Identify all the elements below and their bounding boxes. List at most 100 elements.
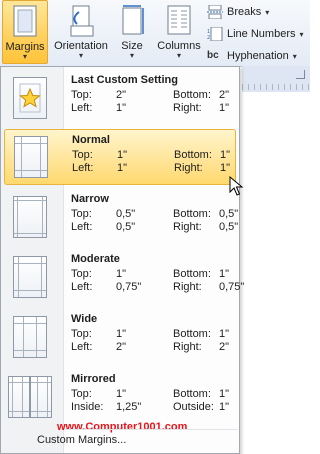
- option-value: 1": [116, 102, 127, 114]
- watermark: www.Computer1001.com: [57, 421, 188, 433]
- margins-button[interactable]: Margins ▾: [2, 0, 48, 64]
- option-label: Right:: [173, 281, 202, 293]
- size-button[interactable]: Size ▾: [117, 0, 147, 64]
- columns-icon: [165, 4, 193, 38]
- margin-option-mirrored[interactable]: Mirrored Top: 1" Bottom: 1" Inside: 1,25…: [4, 369, 236, 425]
- option-value: 0,5": [116, 221, 136, 233]
- dialog-launcher-icon[interactable]: [296, 70, 305, 79]
- margins-icon: [11, 5, 39, 39]
- line-numbers-caret-icon: ▾: [299, 29, 304, 39]
- option-label: Bottom:: [173, 388, 211, 400]
- breaks-caret-icon: ▾: [265, 7, 270, 17]
- svg-text:2: 2: [207, 35, 210, 41]
- normal-margins-icon: [14, 136, 48, 178]
- option-label: Left:: [71, 221, 93, 233]
- hyphenation-icon: bc: [207, 49, 223, 63]
- ruler: [242, 84, 310, 90]
- option-value: 1,25": [116, 401, 142, 413]
- option-value: 1": [116, 268, 127, 280]
- margin-option-last-custom[interactable]: Last Custom Setting Top: 2" Bottom: 2" L…: [4, 70, 236, 126]
- option-label: Top:: [72, 149, 93, 161]
- columns-button[interactable]: Columns ▾: [154, 0, 204, 64]
- line-numbers-button[interactable]: 12 Line Numbers ▾: [207, 24, 304, 44]
- option-value: 1": [220, 162, 231, 174]
- option-value: 2": [116, 341, 127, 353]
- option-value: 1": [219, 102, 230, 114]
- option-value: 2": [219, 341, 230, 353]
- mouse-cursor-icon: [229, 175, 245, 196]
- hyphenation-icon-text: bc: [207, 50, 219, 61]
- option-value: 1": [219, 268, 230, 280]
- option-value: 1": [116, 328, 127, 340]
- option-title: Normal: [72, 134, 110, 146]
- option-label: Top:: [71, 89, 92, 101]
- option-title: Wide: [71, 313, 98, 325]
- last-custom-star-icon: [13, 77, 47, 119]
- option-value: 0,75": [219, 281, 245, 293]
- orientation-caret-icon: ▾: [78, 51, 83, 60]
- option-label: Left:: [71, 341, 93, 353]
- moderate-margins-icon: [13, 256, 47, 298]
- option-label: Right:: [173, 341, 202, 353]
- option-value: 1": [219, 328, 230, 340]
- columns-caret-icon: ▾: [176, 51, 181, 60]
- option-value: 0,5": [219, 208, 239, 220]
- option-label: Bottom:: [173, 328, 211, 340]
- option-value: 1": [220, 149, 231, 161]
- custom-margins-item[interactable]: Custom Margins...: [37, 434, 126, 446]
- page-layout-ribbon: Margins ▾ Orientation ▾ Size ▾ Columns ▾…: [0, 0, 310, 67]
- option-value: 2": [116, 89, 127, 101]
- menu-separator: [64, 429, 238, 430]
- breaks-label: Breaks: [227, 6, 262, 18]
- margins-caret-icon: ▾: [22, 52, 27, 61]
- option-label: Bottom:: [174, 149, 212, 161]
- option-label: Top:: [71, 388, 92, 400]
- option-value: 0,5": [116, 208, 136, 220]
- option-label: Inside:: [71, 401, 104, 413]
- option-label: Top:: [71, 268, 92, 280]
- option-value: 1": [117, 149, 128, 161]
- option-label: Left:: [71, 281, 93, 293]
- margins-dropdown: Last Custom Setting Top: 2" Bottom: 2" L…: [0, 66, 244, 454]
- line-numbers-label: Line Numbers: [227, 28, 296, 40]
- wide-margins-icon: [13, 316, 47, 358]
- option-title: Narrow: [71, 193, 109, 205]
- option-label: Bottom:: [173, 208, 211, 220]
- option-label: Top:: [71, 208, 92, 220]
- mirrored-margins-icon-right: [30, 376, 52, 418]
- option-title: Moderate: [71, 253, 120, 265]
- mirrored-margins-icon: [8, 376, 30, 418]
- option-label: Right:: [174, 162, 203, 174]
- orientation-icon: [67, 4, 95, 38]
- option-value: 1": [116, 388, 127, 400]
- margin-option-narrow[interactable]: Narrow Top: 0,5" Bottom: 0,5" Left: 0,5"…: [4, 189, 239, 245]
- breaks-icon: [207, 4, 223, 20]
- option-label: Left:: [71, 102, 93, 114]
- hyphenation-caret-icon: ▾: [292, 51, 297, 61]
- hyphenation-label: Hyphenation: [227, 50, 289, 62]
- option-value: 2": [219, 89, 230, 101]
- breaks-button[interactable]: Breaks ▾: [207, 2, 269, 22]
- option-value: 0,75": [116, 281, 142, 293]
- hyphenation-button[interactable]: bc Hyphenation ▾: [207, 46, 297, 66]
- option-label: Right:: [173, 102, 202, 114]
- size-icon: [118, 4, 146, 38]
- narrow-margins-icon: [13, 196, 47, 238]
- option-title: Last Custom Setting: [71, 74, 178, 86]
- option-label: Outside:: [173, 401, 214, 413]
- size-caret-icon: ▾: [129, 51, 134, 60]
- option-label: Bottom:: [173, 268, 211, 280]
- orientation-button[interactable]: Orientation ▾: [50, 0, 112, 64]
- option-value: 1": [219, 388, 230, 400]
- option-label: Right:: [173, 221, 202, 233]
- margin-option-moderate[interactable]: Moderate Top: 1" Bottom: 1" Left: 0,75" …: [4, 249, 244, 305]
- option-label: Top:: [71, 328, 92, 340]
- margin-option-normal[interactable]: Normal Top: 1" Bottom: 1" Left: 1" Right…: [4, 129, 236, 185]
- line-numbers-icon: 12: [207, 26, 223, 42]
- option-label: Left:: [72, 162, 94, 174]
- option-value: 1": [219, 401, 230, 413]
- option-label: Bottom:: [173, 89, 211, 101]
- margin-option-wide[interactable]: Wide Top: 1" Bottom: 1" Left: 2" Right: …: [4, 309, 236, 365]
- option-value: 0,5": [219, 221, 239, 233]
- option-title: Mirrored: [71, 373, 116, 385]
